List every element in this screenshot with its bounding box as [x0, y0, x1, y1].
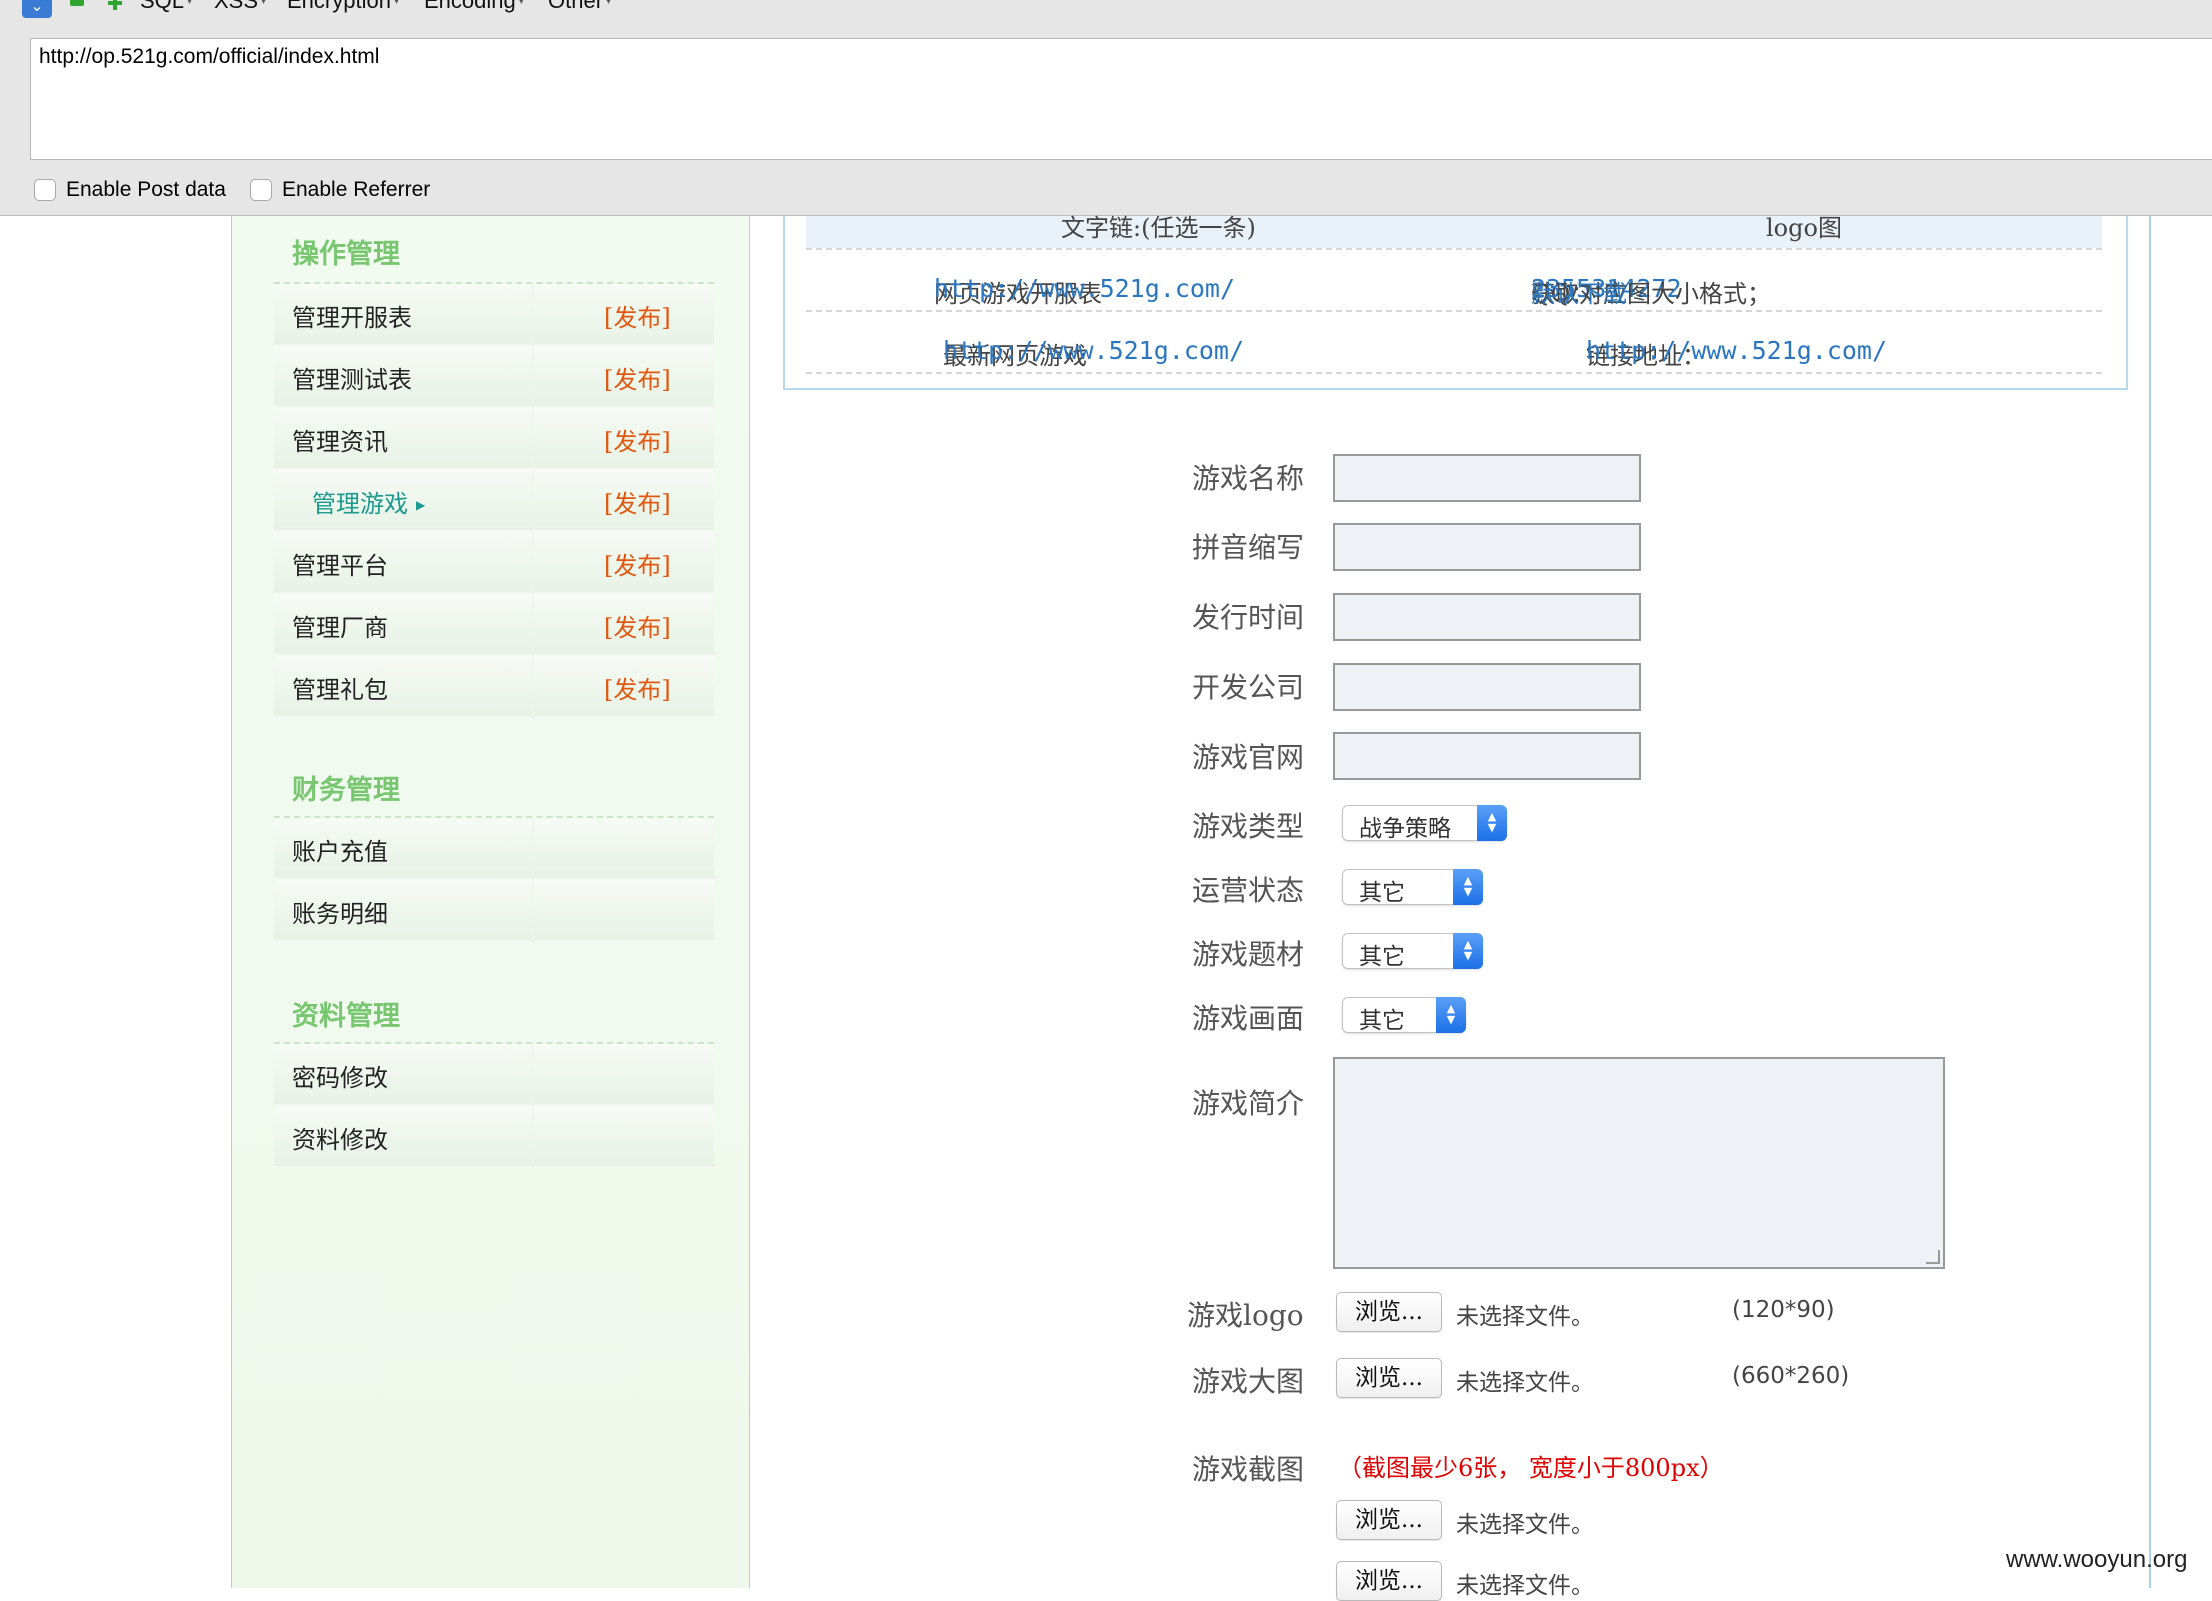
- info-header: 文字链:(任选一条) logo图: [806, 214, 2102, 248]
- logo-file-status: 未选择文件。: [1456, 1304, 1594, 1330]
- publish-link[interactable]: [发布]: [604, 360, 671, 395]
- screenshot-file-status: 未选择文件。: [1456, 1512, 1594, 1538]
- sidebar-item-manage-news[interactable]: 管理资讯 [发布]: [274, 408, 714, 470]
- select-arrows-icon: ▲ ▼: [1436, 997, 1466, 1033]
- sidebar-item-manage-servers[interactable]: 管理开服表 [发布]: [274, 284, 714, 346]
- sidebar-item-change-password[interactable]: 密码修改: [274, 1044, 714, 1106]
- release-date-label: 发行时间: [1192, 601, 1305, 634]
- game-type-label: 游戏类型: [1192, 810, 1305, 843]
- screenshots-label: 游戏截图: [1192, 1453, 1305, 1486]
- big-image-file-status: 未选择文件。: [1456, 1370, 1594, 1396]
- sidebar-item-manage-gifts[interactable]: 管理礼包 [发布]: [274, 656, 714, 718]
- publish-link[interactable]: [发布]: [604, 422, 671, 457]
- section-title-profile: 资料管理: [292, 1001, 400, 1032]
- enable-referrer-checkbox[interactable]: Enable Referrer: [250, 178, 430, 202]
- link-info-box: 文字链:(任选一条) logo图 网页游戏开服表 http://www.521g…: [783, 214, 2128, 390]
- address-link[interactable]: http://www.521g.com/: [1586, 336, 1887, 365]
- sidebar-item-recharge[interactable]: 账户充值: [274, 818, 714, 880]
- enable-post-checkbox[interactable]: Enable Post data: [34, 178, 226, 202]
- menu-xss[interactable]: XSS ▾: [214, 0, 266, 14]
- status-select[interactable]: 其它 ▲ ▼: [1342, 869, 1483, 906]
- screenshot-file-status: 未选择文件。: [1456, 1573, 1594, 1599]
- info-row: 网页游戏开服表 http://www.521g.com/ QQ： 23553142…: [806, 248, 2102, 310]
- select-arrows-icon: ▲ ▼: [1453, 933, 1483, 969]
- website-input[interactable]: [1333, 732, 1641, 780]
- hackbar-toolbar: ⌄ SQL ▾ XSS ▾ Encryption ▾ Encoding ▾ Other ▾…: [0, 0, 2212, 216]
- sidebar-item-account-details[interactable]: 账务明细: [274, 880, 714, 942]
- sidebar: 操作管理 管理开服表 [发布] 管理测试表 [发布] 管理资讯 [发布] 管理游…: [231, 216, 750, 1588]
- publish-link[interactable]: [发布]: [604, 298, 671, 333]
- game-type-select[interactable]: 战争策略 ▲ ▼: [1342, 805, 1507, 842]
- logo-label: 游戏logo: [1187, 1299, 1304, 1332]
- menu-sql[interactable]: SQL ▾: [140, 0, 192, 14]
- publish-link[interactable]: [发布]: [604, 484, 671, 519]
- sidebar-item-manage-tests[interactable]: 管理测试表 [发布]: [274, 346, 714, 408]
- section-title-operations: 操作管理: [292, 239, 400, 270]
- logo-browse-button[interactable]: 浏览...: [1336, 1292, 1442, 1332]
- developer-input[interactable]: [1333, 663, 1641, 711]
- divider: [806, 372, 2102, 374]
- publish-link[interactable]: [发布]: [604, 670, 671, 705]
- theme-select[interactable]: 其它 ▲ ▼: [1342, 933, 1483, 970]
- menu-encoding[interactable]: Encoding ▾: [424, 0, 524, 14]
- minus-icon[interactable]: [70, 0, 84, 6]
- theme-label: 游戏题材: [1192, 938, 1305, 971]
- sidebar-item-manage-games[interactable]: 管理游戏 ▶ [发布]: [274, 470, 714, 532]
- checkbox-box[interactable]: [34, 179, 56, 201]
- plus-icon[interactable]: [108, 0, 122, 10]
- select-arrows-icon: ▲ ▼: [1477, 805, 1507, 841]
- url-textarea[interactable]: http://op.521g.com/official/index.html: [30, 38, 2212, 160]
- logo-size-hint: (120*90): [1732, 1297, 1835, 1323]
- publish-link[interactable]: [发布]: [604, 546, 671, 581]
- pinyin-input[interactable]: [1333, 523, 1641, 571]
- screenshot-browse-button[interactable]: 浏览...: [1336, 1561, 1442, 1601]
- sidebar-item-manage-vendors[interactable]: 管理厂商 [发布]: [274, 594, 714, 656]
- big-image-browse-button[interactable]: 浏览...: [1336, 1358, 1442, 1398]
- site-link[interactable]: http://www.521g.com/: [943, 336, 1244, 365]
- graphics-label: 游戏画面: [1192, 1002, 1305, 1035]
- menu-encryption[interactable]: Encryption ▾: [287, 0, 399, 14]
- status-label: 运营状态: [1192, 874, 1305, 907]
- checkbox-box[interactable]: [250, 179, 272, 201]
- screenshot-browse-button[interactable]: 浏览...: [1336, 1500, 1442, 1540]
- developer-label: 开发公司: [1192, 671, 1305, 704]
- release-date-input[interactable]: [1333, 593, 1641, 641]
- watermark: www.wooyun.org: [2006, 1546, 2188, 1573]
- menu-other[interactable]: Other ▾: [548, 0, 611, 14]
- site-link[interactable]: http://www.521g.com/: [934, 274, 1235, 303]
- game-name-input[interactable]: [1333, 454, 1641, 502]
- section-title-finance: 财务管理: [292, 775, 400, 806]
- caret-right-icon: ▶: [416, 498, 426, 512]
- download-link[interactable]: 默认下载: [1531, 274, 1627, 309]
- sidebar-item-manage-platforms[interactable]: 管理平台 [发布]: [274, 532, 714, 594]
- graphics-select[interactable]: 其它 ▲ ▼: [1342, 997, 1466, 1034]
- select-arrows-icon: ▲ ▼: [1453, 869, 1483, 905]
- sidebar-item-edit-profile[interactable]: 资料修改: [274, 1106, 714, 1168]
- info-row: 最新网页游戏 http://www.521g.com/ 链接地址： http://…: [806, 310, 2102, 372]
- resize-grip-icon[interactable]: [1926, 1250, 1940, 1264]
- publish-link[interactable]: [发布]: [604, 608, 671, 643]
- intro-textarea[interactable]: [1333, 1057, 1945, 1269]
- pinyin-label: 拼音缩写: [1192, 531, 1305, 564]
- big-image-size-hint: (660*260): [1732, 1363, 1850, 1389]
- game-name-label: 游戏名称: [1192, 462, 1305, 495]
- dropdown-toggle-icon[interactable]: ⌄: [22, 0, 52, 18]
- big-image-label: 游戏大图: [1192, 1365, 1305, 1398]
- content-border: [2149, 216, 2151, 1588]
- screenshots-note: （截图最少6张， 宽度小于800px）: [1338, 1454, 1724, 1482]
- website-label: 游戏官网: [1192, 741, 1305, 774]
- intro-label: 游戏简介: [1192, 1087, 1305, 1120]
